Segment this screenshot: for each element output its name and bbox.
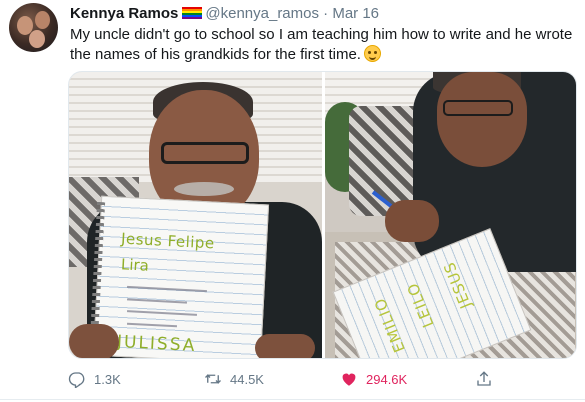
glasses bbox=[161, 142, 249, 164]
retweet-button[interactable]: 44.5K bbox=[204, 368, 264, 390]
avatar-face bbox=[29, 30, 45, 48]
mustache bbox=[174, 182, 234, 196]
avatar-face bbox=[35, 11, 50, 29]
tweet-body: My uncle didn't go to school so I am tea… bbox=[70, 26, 573, 63]
tweet-header: Kennya Ramos @kennya_ramos · Mar 16 bbox=[70, 5, 379, 23]
display-name[interactable]: Kennya Ramos bbox=[70, 5, 178, 22]
notebook-text: Lira bbox=[120, 255, 150, 275]
tweet-text: My uncle didn't go to school so I am tea… bbox=[70, 25, 575, 65]
reply-count: 1.3K bbox=[94, 371, 121, 387]
retweet-count: 44.5K bbox=[230, 371, 264, 387]
tweet[interactable]: Kennya Ramos @kennya_ramos · Mar 16 My un… bbox=[0, 0, 585, 402]
rainbow-flag-icon bbox=[182, 7, 203, 19]
hand bbox=[69, 324, 119, 358]
heart-icon bbox=[342, 373, 356, 386]
smiling-face-emoji-icon bbox=[363, 45, 381, 62]
share-icon bbox=[477, 371, 491, 386]
tweet-date[interactable]: Mar 16 bbox=[332, 5, 379, 22]
hand bbox=[255, 334, 315, 358]
photo-man-holding-notebook[interactable]: Jesus Felipe Lira JULISSA bbox=[69, 72, 322, 358]
share-button[interactable] bbox=[475, 368, 501, 390]
like-count: 294.6K bbox=[366, 371, 408, 387]
notebook-text: JULISSA bbox=[116, 331, 197, 357]
tweet-actions: 1.3K 44.5K 294.6K bbox=[68, 368, 577, 390]
like-button[interactable]: 294.6K bbox=[340, 368, 407, 390]
divider bbox=[0, 399, 585, 400]
reply-button[interactable]: 1.3K bbox=[68, 368, 121, 390]
separator-dot: · bbox=[323, 5, 329, 22]
face bbox=[437, 72, 527, 167]
photo-man-writing[interactable]: EMILIO LEILO JESUS bbox=[325, 72, 576, 358]
reply-icon bbox=[68, 372, 85, 388]
media-gallery[interactable]: Jesus Felipe Lira JULISSA EMILIO LEILO J… bbox=[68, 71, 577, 359]
glasses bbox=[443, 100, 513, 116]
avatar[interactable] bbox=[9, 3, 58, 52]
retweet-icon bbox=[205, 374, 221, 384]
user-handle[interactable]: @kennya_ramos bbox=[205, 5, 319, 22]
hand bbox=[385, 200, 439, 242]
